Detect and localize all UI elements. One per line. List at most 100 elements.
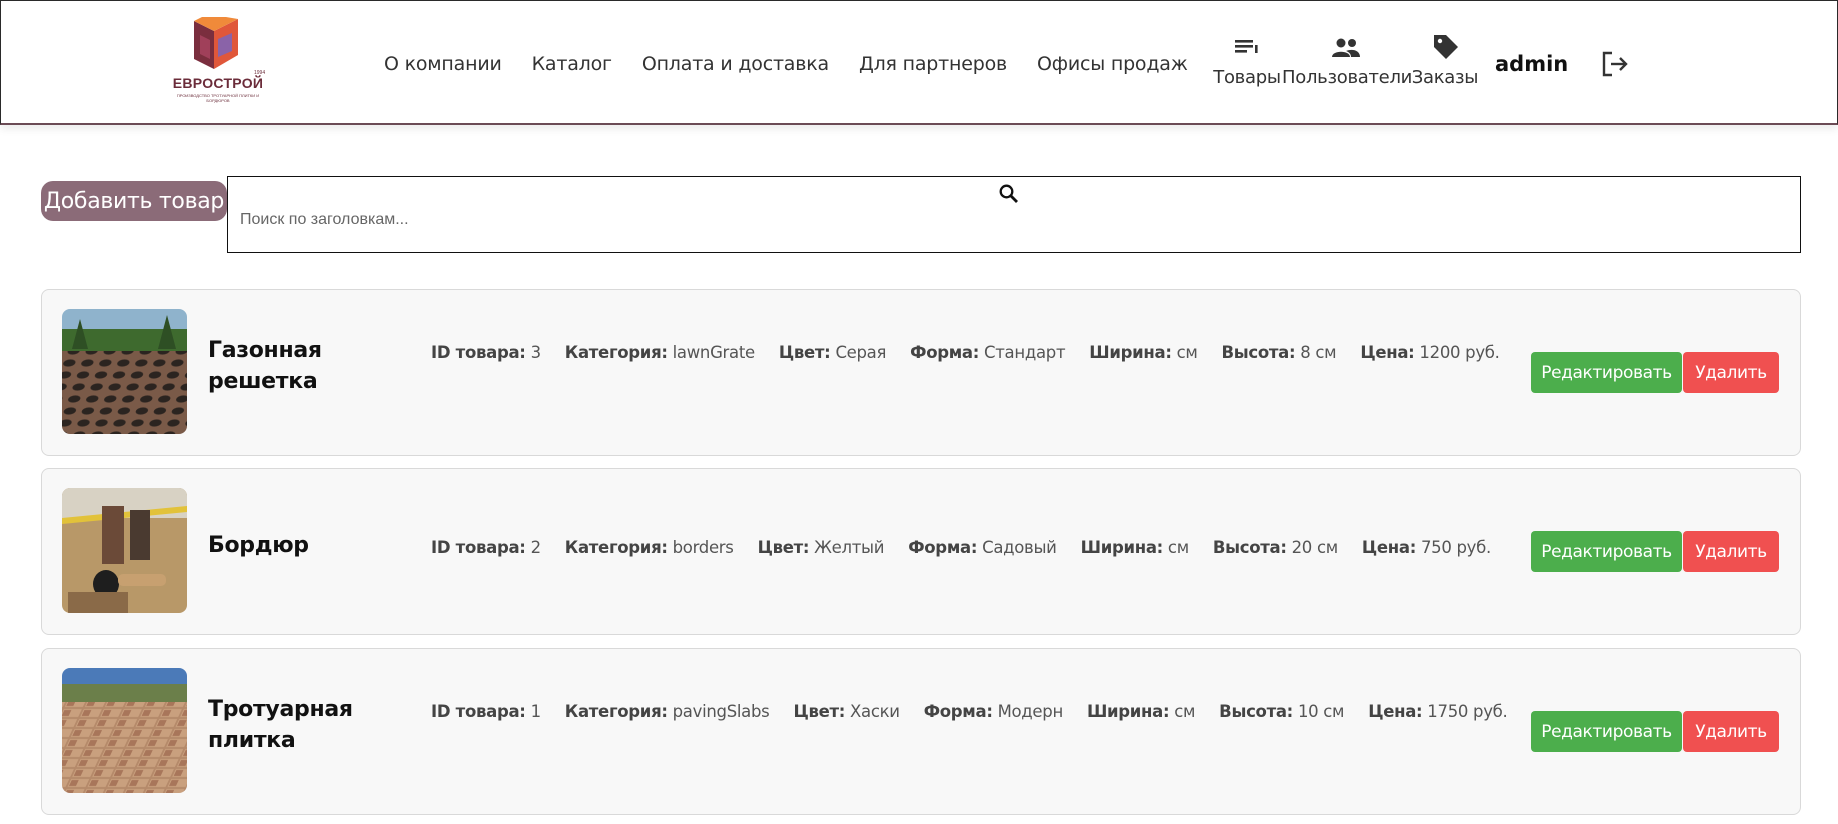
prop-id-label: ID товара: (431, 343, 526, 362)
users-icon (1332, 38, 1360, 57)
admin-nav-orders-label: Заказы (1411, 67, 1479, 88)
prop-category-value: pavingSlabs (672, 702, 770, 721)
prop-shape-value: Модерн (997, 702, 1064, 721)
prop-width-value: см (1167, 538, 1189, 557)
prop-category: Категория: borders (565, 538, 734, 557)
search-box (227, 176, 1801, 253)
nav-about[interactable]: О компании (384, 53, 502, 75)
prop-color-value: Серая (835, 343, 887, 362)
prop-category-value: borders (672, 538, 734, 557)
prop-id-label: ID товара: (431, 538, 526, 557)
prop-id: ID товара: 3 (431, 343, 541, 362)
admin-nav-products[interactable]: Товары (1212, 33, 1282, 88)
site-logo[interactable]: 1994 ЕВРОСТРОЙ ПРОИЗВОДСТВО ТРОТУАРНОЙ П… (166, 15, 266, 107)
product-image-lawn-grate (62, 309, 187, 434)
prop-category-label: Категория: (564, 538, 668, 557)
prop-color: Цвет: Хаски (793, 702, 900, 721)
prop-height-value: 20 см (1291, 538, 1339, 557)
border-photo-icon (62, 488, 187, 613)
prop-shape-value: Садовый (982, 538, 1057, 557)
delete-button[interactable]: Удалить (1683, 352, 1779, 393)
prop-price: Цена: 1200 руб. (1360, 343, 1500, 362)
prop-shape: Форма: Садовый (908, 538, 1057, 557)
prop-width: Ширина: см (1086, 702, 1196, 721)
delete-button[interactable]: Удалить (1683, 531, 1779, 572)
prop-shape-value: Стандарт (984, 343, 1066, 362)
prop-height: Высота: 8 см (1222, 343, 1337, 362)
prop-color: Цвет: Серая (778, 343, 887, 362)
prop-height-label: Высота: (1221, 343, 1296, 362)
product-props: ID товара: 2 Категория: borders Цвет: Же… (431, 538, 1491, 557)
prop-category-value: lawnGrate (672, 343, 756, 362)
admin-nav-users[interactable]: Пользователи (1282, 33, 1413, 88)
add-product-button[interactable]: Добавить товар (41, 181, 227, 221)
prop-id-value: 2 (530, 538, 542, 557)
logout-button[interactable] (1600, 50, 1630, 78)
prop-shape-label: Форма: (923, 702, 993, 721)
edit-button[interactable]: Редактировать (1531, 352, 1682, 393)
prop-id-label: ID товара: (431, 702, 526, 721)
logo-name: ЕВРОСТРОЙ (172, 75, 264, 91)
tag-icon (1434, 35, 1458, 59)
prop-height-value: 10 см (1297, 702, 1345, 721)
prop-category-label: Категория: (564, 343, 668, 362)
prop-shape-label: Форма: (910, 343, 980, 362)
nav-offices[interactable]: Офисы продаж (1037, 53, 1188, 75)
search-input[interactable] (240, 207, 1240, 233)
product-props: ID товара: 3 Категория: lawnGrate Цвет: … (431, 343, 1500, 362)
eurostroy-logo-icon (194, 17, 238, 69)
product-card: Газонная решетка ID товара: 3 Категория:… (41, 289, 1801, 456)
admin-nav-products-label: Товары (1213, 67, 1281, 88)
prop-price-value: 1750 руб. (1427, 702, 1508, 721)
prop-width-label: Ширина: (1086, 702, 1170, 721)
edit-button[interactable]: Редактировать (1531, 711, 1682, 752)
nav-catalog[interactable]: Каталог (532, 53, 612, 75)
prop-color: Цвет: Желтый (758, 538, 885, 557)
prop-shape: Форма: Стандарт (910, 343, 1065, 362)
prop-category: Категория: lawnGrate (565, 343, 755, 362)
prop-price: Цена: 1750 руб. (1368, 702, 1508, 721)
prop-id: ID товара: 2 (431, 538, 541, 557)
product-image-paving-slabs (62, 668, 187, 793)
prop-height-label: Высота: (1219, 702, 1293, 721)
prop-color-label: Цвет: (757, 538, 810, 557)
product-card: Тротуарная плитка ID товара: 1 Категория… (41, 648, 1801, 815)
prop-width: Ширина: см (1089, 343, 1198, 362)
product-card: Бордюр ID товара: 2 Категория: borders Ц… (41, 468, 1801, 635)
product-props: ID товара: 1 Категория: pavingSlabs Цвет… (431, 702, 1508, 721)
prop-height-label: Высота: (1212, 538, 1287, 557)
prop-id-value: 3 (530, 343, 542, 362)
lawn-grate-photo-icon (62, 309, 187, 434)
paving-slabs-photo-icon (62, 668, 187, 793)
prop-width: Ширина: см (1080, 538, 1190, 557)
nav-payment-delivery[interactable]: Оплата и доставка (642, 53, 829, 75)
username[interactable]: admin (1495, 52, 1568, 76)
search-icon[interactable] (998, 183, 1020, 205)
product-image-border (62, 488, 187, 613)
prop-price-value: 750 руб. (1420, 538, 1491, 557)
prop-width-value: см (1176, 343, 1198, 362)
prop-price-label: Цена: (1360, 343, 1415, 362)
delete-button[interactable]: Удалить (1683, 711, 1779, 752)
list-icon (1235, 40, 1258, 53)
logo-tagline: ПРОИЗВОДСТВО ТРОТУАРНОЙ ПЛИТКИ И БОРДЮРО… (176, 93, 260, 103)
edit-button[interactable]: Редактировать (1531, 531, 1682, 572)
prop-color-label: Цвет: (778, 343, 831, 362)
admin-nav-users-label: Пользователи (1282, 67, 1413, 88)
prop-width-label: Ширина: (1089, 343, 1172, 362)
prop-id: ID товара: 1 (431, 702, 541, 721)
admin-nav-orders[interactable]: Заказы (1410, 33, 1480, 88)
logout-icon (1602, 51, 1628, 77)
prop-price: Цена: 750 руб. (1362, 538, 1491, 557)
prop-id-value: 1 (530, 702, 542, 721)
product-name: Бордюр (208, 533, 309, 558)
prop-shape-label: Форма: (908, 538, 978, 557)
prop-price-label: Цена: (1361, 538, 1417, 557)
prop-color-value: Желтый (814, 538, 885, 557)
prop-height: Высота: 10 см (1219, 702, 1344, 721)
nav-partners[interactable]: Для партнеров (859, 53, 1007, 75)
prop-width-label: Ширина: (1080, 538, 1164, 557)
prop-category-label: Категория: (564, 702, 668, 721)
site-header: 1994 ЕВРОСТРОЙ ПРОИЗВОДСТВО ТРОТУАРНОЙ П… (0, 0, 1838, 125)
prop-width-value: см (1174, 702, 1196, 721)
